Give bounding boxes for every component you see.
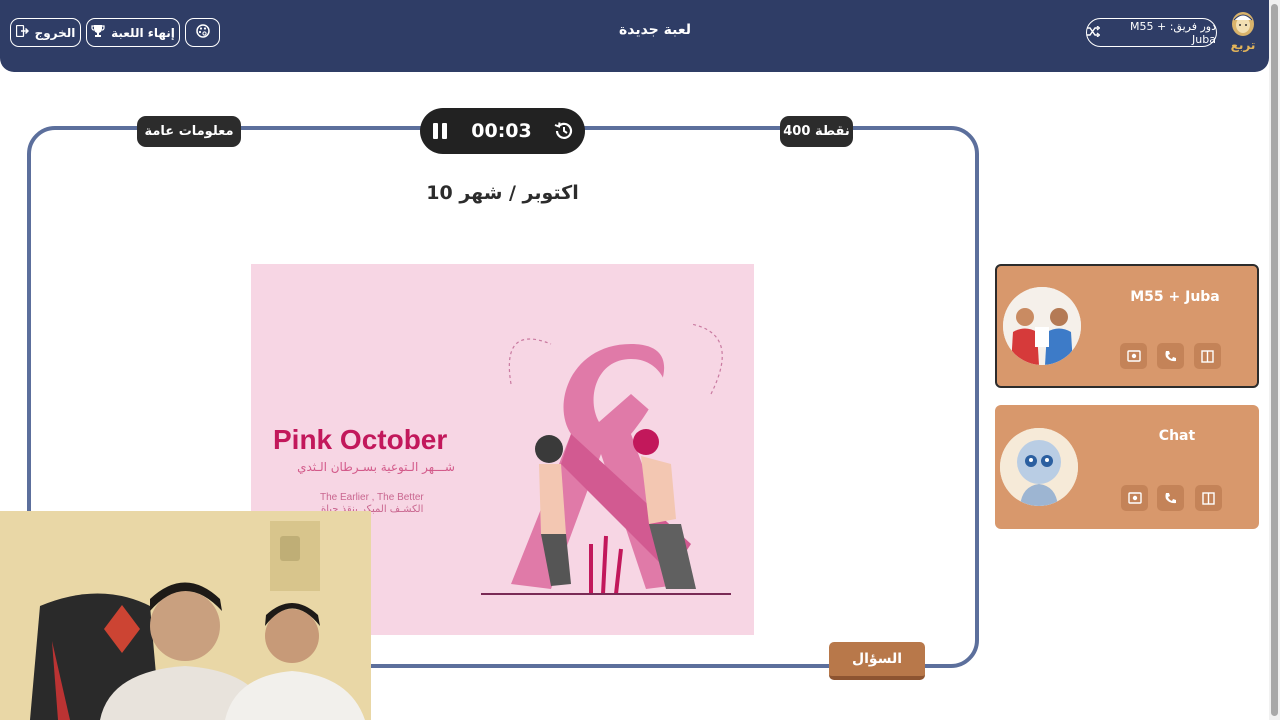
- image-tagline-en: The Earlier , The Better: [320, 492, 424, 503]
- question-text: اكتوبر / شهر 10: [426, 182, 579, 204]
- image-aid-button[interactable]: [1121, 485, 1148, 511]
- turn-indicator[interactable]: دور فريق: M55 + Juba: [1086, 18, 1217, 47]
- turn-label: دور فريق: M55 + Juba: [1130, 19, 1216, 46]
- scrollbar-thumb[interactable]: [1271, 4, 1278, 716]
- team-card-m55-juba[interactable]: M55 + Juba: [995, 264, 1259, 388]
- exit-button-label: الخروج: [34, 25, 76, 40]
- page-scrollbar[interactable]: [1269, 0, 1280, 720]
- split-aid-icon: [1202, 491, 1215, 505]
- team-avatar: [1000, 428, 1078, 506]
- theme-button[interactable]: [185, 18, 220, 47]
- team-card-chat[interactable]: Chat: [995, 405, 1259, 529]
- timer-value: 00:03: [471, 120, 532, 142]
- image-aid-icon: [1126, 350, 1141, 362]
- webcam-overlay: [0, 511, 371, 720]
- split-aid-button[interactable]: [1194, 343, 1221, 369]
- category-tag: معلومات عامة: [137, 116, 241, 147]
- image-title: Pink October: [273, 424, 448, 455]
- split-aid-button[interactable]: [1195, 485, 1222, 511]
- history-icon[interactable]: [553, 120, 575, 142]
- image-aid-button[interactable]: [1120, 343, 1147, 369]
- trophy-icon: [91, 24, 105, 41]
- image-subtitle: شـــهر الـتوعية بسـرطان الـثدي: [297, 460, 455, 474]
- top-bar: الخروج إنهاء اللعبة لعبة جديدة دور فريق:…: [0, 0, 1269, 72]
- timer: 00:03: [420, 108, 585, 154]
- app-logo[interactable]: تربع: [1228, 10, 1258, 54]
- exit-icon: [15, 24, 29, 40]
- palette-icon: [195, 24, 210, 41]
- split-aid-icon: [1201, 349, 1214, 363]
- exit-button[interactable]: الخروج: [10, 18, 81, 47]
- pink-ribbon-illustration: [481, 323, 731, 595]
- phone-aid-button[interactable]: [1157, 485, 1184, 511]
- game-title: لعبة جديدة: [618, 22, 692, 38]
- points-tag: 400 نقطة: [780, 116, 853, 147]
- team-name: M55 + Juba: [1130, 289, 1220, 305]
- image-aid-icon: [1127, 492, 1142, 504]
- pause-icon[interactable]: [430, 121, 450, 141]
- end-game-button-label: إنهاء اللعبة: [111, 25, 175, 40]
- end-game-button[interactable]: إنهاء اللعبة: [86, 18, 180, 47]
- phone-aid-button[interactable]: [1157, 343, 1184, 369]
- phone-aid-icon: [1164, 350, 1177, 363]
- logo-text: تربع: [1230, 38, 1256, 52]
- question-button[interactable]: السؤال: [829, 642, 925, 680]
- shuffle-icon: [1087, 24, 1101, 40]
- team-avatar: [1003, 287, 1081, 365]
- phone-aid-icon: [1164, 492, 1177, 505]
- team-name: Chat: [1158, 428, 1196, 444]
